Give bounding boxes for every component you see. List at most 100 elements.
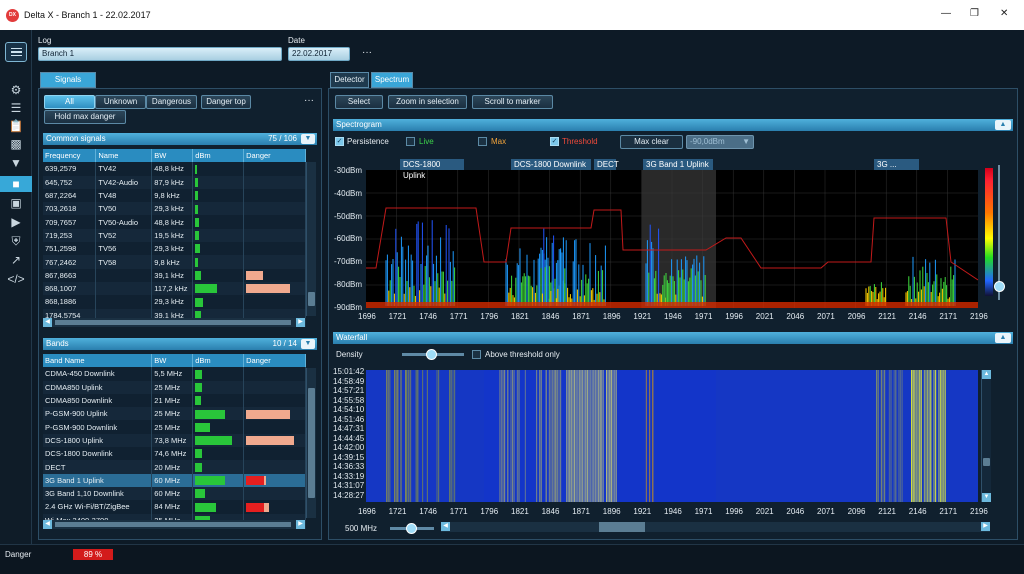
bands-header: Bands 10 / 14 ▼	[43, 338, 317, 350]
menu-icon[interactable]	[5, 42, 27, 62]
max-clear-button[interactable]: Max clear	[620, 135, 683, 149]
density-slider-handle[interactable]	[426, 349, 437, 360]
tab-signals[interactable]: Signals	[40, 72, 96, 88]
max-checkbox[interactable]	[478, 137, 487, 146]
col-frequency[interactable]: Frequency	[43, 149, 97, 163]
scroll-right-icon[interactable]: ▶	[296, 318, 305, 327]
table-row[interactable]: 687,2264 TV48 9,8 kHz	[43, 188, 306, 203]
collapse-icon[interactable]: ▼	[301, 134, 315, 144]
waterfall-vscroll[interactable]: ▲ ▼	[981, 370, 991, 502]
table-row[interactable]: DECT 20 MHz	[43, 460, 306, 474]
common-hscroll[interactable]: ◀ ▶	[43, 318, 306, 327]
tab-detector[interactable]: Detector	[330, 72, 369, 88]
wifi-icon[interactable]: ▼	[6, 155, 26, 171]
table-row[interactable]: CDMA-450 Downlink 5,5 MHz	[43, 367, 306, 381]
table-row[interactable]: 719,253 TV52 19,5 kHz	[43, 228, 306, 243]
col-band-danger[interactable]: Danger	[243, 354, 306, 368]
spectrum-icon[interactable]: ■	[0, 176, 32, 192]
filter-dangerous[interactable]: Dangerous	[146, 95, 197, 109]
filter-all[interactable]: All	[44, 95, 95, 109]
clipboard-icon[interactable]: 📋	[6, 118, 26, 134]
bands-vscroll[interactable]	[306, 368, 316, 518]
bar-chart-icon[interactable]: ▩	[6, 136, 26, 152]
waterfall-time-label: 14:47:31	[333, 424, 365, 433]
band-label[interactable]: DCS-1800 Uplink	[400, 159, 464, 180]
table-row[interactable]: DCS-1800 Downlink 74,6 MHz	[43, 447, 306, 461]
scroll-to-marker-button[interactable]: Scroll to marker	[472, 95, 553, 109]
select-button[interactable]: Select	[335, 95, 383, 109]
above-threshold-checkbox[interactable]	[472, 350, 481, 359]
persistence-checkbox[interactable]: ✓	[335, 137, 344, 146]
table-row[interactable]: 868,1007 117,2 kHz	[43, 281, 306, 296]
scroll-left-icon[interactable]: ◀	[43, 520, 52, 529]
table-row[interactable]: 2.4 GHz Wi-Fi/BT/ZigBee 84 MHz	[43, 500, 306, 514]
band-label[interactable]: 3G ...	[874, 159, 919, 170]
live-checkbox[interactable]	[406, 137, 415, 146]
table-row[interactable]: 703,2618 TV50 29,3 kHz	[43, 202, 306, 216]
table-row[interactable]: 645,752 TV42-Audio 87,9 kHz	[43, 175, 306, 189]
col-danger[interactable]: Danger	[243, 149, 306, 163]
list-icon[interactable]: ☰	[6, 100, 26, 116]
scroll-right-icon[interactable]: ▶	[981, 522, 990, 531]
zoom-selection-button[interactable]: Zoom in selection	[388, 95, 467, 109]
play-icon[interactable]: ▶	[6, 214, 26, 230]
spectrogram-plot[interactable]	[366, 170, 978, 308]
col-band-bw[interactable]: BW	[151, 354, 194, 368]
image-icon[interactable]: ▣	[6, 195, 26, 211]
collapse-up-icon[interactable]: ▲	[995, 120, 1011, 130]
scroll-left-icon[interactable]: ◀	[441, 522, 450, 531]
minimize-icon[interactable]: —	[941, 8, 951, 19]
signals-more-icon[interactable]: ···	[304, 95, 314, 106]
table-row[interactable]: 751,2598 TV56 29,3 kHz	[43, 242, 306, 256]
bands-hscroll[interactable]: ◀ ▶	[43, 520, 306, 529]
zoom-slider-handle[interactable]	[406, 523, 417, 534]
shield-icon[interactable]: ⛨	[6, 233, 26, 249]
scroll-up-icon[interactable]: ▲	[982, 370, 991, 379]
more-icon[interactable]: ···	[362, 47, 372, 58]
common-vscroll[interactable]	[306, 162, 316, 316]
table-row[interactable]: DCS-1800 Uplink 73,8 MHz	[43, 433, 306, 448]
scroll-left-icon[interactable]: ◀	[43, 318, 52, 327]
threshold-dropdown[interactable]: -90,0dBm ▼	[686, 135, 754, 149]
table-row[interactable]: 3G Band 1,10 Downlink 60 MHz	[43, 486, 306, 501]
collapse-up-icon[interactable]: ▲	[995, 333, 1011, 343]
frequency-hscroll[interactable]: ◀ ▶	[441, 522, 990, 532]
waterfall-plot[interactable]	[366, 370, 978, 502]
table-row[interactable]: P-GSM-900 Uplink 25 MHz	[43, 407, 306, 421]
table-row[interactable]: 868,1886 29,3 kHz	[43, 295, 306, 309]
table-row[interactable]: 767,2462 TV58 9,8 kHz	[43, 255, 306, 269]
table-row[interactable]: 3G Band 1 Uplink 60 MHz	[43, 473, 306, 487]
threshold-slider-handle[interactable]	[994, 281, 1005, 292]
close-icon[interactable]: ✕	[1000, 8, 1008, 19]
log-field[interactable]: Branch 1	[38, 47, 282, 61]
table-row[interactable]: CDMA850 Uplink 25 MHz	[43, 380, 306, 394]
threshold-checkbox[interactable]: ✓	[550, 137, 559, 146]
col-bw[interactable]: BW	[151, 149, 194, 163]
maximize-icon[interactable]: ❐	[970, 8, 979, 19]
scroll-down-icon[interactable]: ▼	[982, 493, 991, 502]
collapse-icon[interactable]: ▼	[301, 339, 315, 349]
filter-unknown[interactable]: Unknown	[95, 95, 146, 109]
table-row[interactable]: CDMA850 Downlink 21 MHz	[43, 393, 306, 408]
col-band-dbm[interactable]: dBm	[192, 354, 245, 368]
scroll-right-icon[interactable]: ▶	[296, 520, 305, 529]
code-icon[interactable]: </>	[6, 271, 26, 287]
hold-max-danger-button[interactable]: Hold max danger	[44, 110, 126, 124]
col-dbm[interactable]: dBm	[192, 149, 245, 163]
gear-icon[interactable]: ⚙	[6, 82, 26, 98]
table-row[interactable]: P-GSM-900 Downlink 25 MHz	[43, 420, 306, 434]
table-row[interactable]: 709,7657 TV50-Audio 48,8 kHz	[43, 215, 306, 229]
col-band-name[interactable]: Band Name	[43, 354, 153, 368]
table-row[interactable]: 639,2579 TV42 48,8 kHz	[43, 162, 306, 176]
tab-spectrum[interactable]: Spectrum	[371, 72, 413, 88]
band-label[interactable]: 3G Band 1 Uplink	[643, 159, 713, 170]
band-label[interactable]: DECT	[594, 159, 619, 170]
table-row[interactable]: 867,8663 39,1 kHz	[43, 268, 306, 282]
trend-icon[interactable]: ↗	[6, 252, 26, 268]
date-field[interactable]: 22.02.2017	[288, 47, 350, 61]
band-label[interactable]: DCS-1800 Downlink	[511, 159, 591, 170]
frequency-scroll-thumb[interactable]	[599, 522, 645, 532]
danger-top-button[interactable]: Danger top	[201, 95, 251, 109]
col-name[interactable]: Name	[95, 149, 153, 163]
danger-cell	[243, 175, 306, 189]
